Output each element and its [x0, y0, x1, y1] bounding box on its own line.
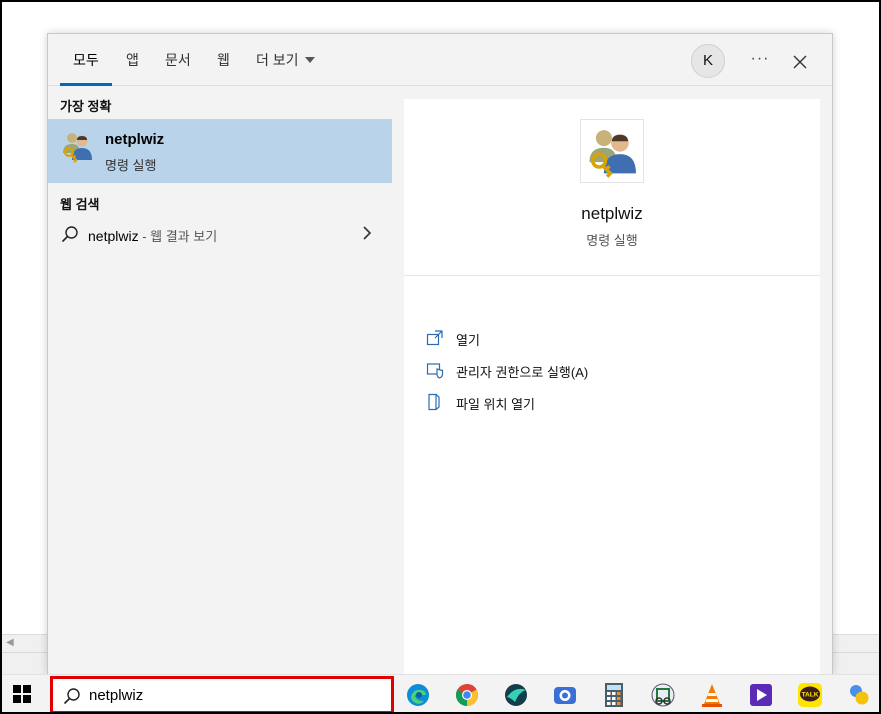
search-flyout: 모두 앱 문서 웹 더 보기 K ··· 가장 정확 netplwiz 명령 실…	[47, 33, 833, 675]
chrome-icon[interactable]	[454, 682, 480, 708]
tab-more[interactable]: 더 보기	[256, 50, 315, 86]
chevron-right-icon[interactable]	[361, 225, 373, 241]
users-key-icon	[63, 133, 92, 163]
detail-title: netplwiz	[581, 204, 643, 223]
chevron-down-icon	[304, 57, 315, 63]
edge-icon[interactable]	[405, 682, 431, 708]
web-search-item[interactable]: netplwiz - 웹 결과 보기	[48, 217, 392, 253]
snipping-tool-icon[interactable]	[650, 682, 676, 708]
taskbar: netplwiz TALK	[2, 674, 879, 714]
tab-apps[interactable]: 앱	[126, 50, 139, 86]
divider	[404, 275, 820, 276]
web-search-hint: - 웹 결과 보기	[138, 229, 218, 244]
kakaotalk-icon[interactable]: TALK	[797, 682, 823, 708]
best-match-subtitle: 명령 실행	[105, 158, 157, 173]
tab-web[interactable]: 웹	[217, 50, 230, 86]
camera-app-icon[interactable]	[552, 682, 578, 708]
detail-subtitle: 명령 실행	[586, 233, 638, 248]
run-as-admin-action[interactable]: 관리자 권한으로 실행(A)	[426, 359, 626, 383]
widgets-icon[interactable]	[846, 682, 872, 708]
taskbar-search-box[interactable]: netplwiz	[50, 676, 394, 714]
web-search-heading: 웹 검색	[60, 197, 100, 212]
run-as-admin-label: 관리자 권한으로 실행(A)	[456, 365, 589, 380]
close-button[interactable]	[788, 50, 812, 74]
shield-icon	[426, 363, 444, 379]
best-match-item[interactable]: netplwiz 명령 실행	[48, 119, 392, 183]
search-icon	[61, 226, 78, 243]
close-icon	[793, 55, 807, 69]
search-input[interactable]: netplwiz	[89, 687, 143, 704]
avatar[interactable]: K	[691, 44, 725, 78]
calculator-icon[interactable]	[601, 682, 627, 708]
windows-start-icon[interactable]	[12, 684, 32, 704]
results-list: 가장 정확 netplwiz 명령 실행 웹 검색 netplwiz - 웹 결…	[48, 87, 393, 675]
web-search-query: netplwiz	[88, 228, 139, 244]
search-icon	[63, 688, 80, 705]
vlc-icon[interactable]	[699, 682, 725, 708]
tab-documents[interactable]: 문서	[165, 50, 191, 86]
file-location-icon	[428, 393, 440, 411]
open-file-location-label: 파일 위치 열기	[456, 397, 535, 412]
open-icon	[426, 330, 443, 346]
more-options-button[interactable]: ···	[748, 46, 772, 74]
scroll-left-arrow-icon[interactable]: ◀	[6, 637, 14, 648]
open-label: 열기	[456, 333, 480, 348]
detail-pane: netplwiz 명령 실행 열기 관리자 권한으로 실행(A) 파일 위치 열…	[404, 99, 820, 675]
swing-browser-icon[interactable]	[503, 682, 529, 708]
best-match-heading: 가장 정확	[60, 99, 112, 114]
tab-bar: 모두 앱 문서 웹 더 보기 K ···	[48, 34, 832, 86]
open-file-location-action[interactable]: 파일 위치 열기	[426, 391, 626, 415]
users-key-icon	[589, 130, 636, 178]
detail-app-tile	[580, 119, 644, 183]
open-action[interactable]: 열기	[426, 327, 626, 351]
best-match-name: netplwiz	[105, 131, 165, 148]
kakaotalk-label: TALK	[802, 692, 819, 699]
tab-all[interactable]: 모두	[60, 50, 112, 86]
media-player-icon[interactable]	[748, 682, 774, 708]
